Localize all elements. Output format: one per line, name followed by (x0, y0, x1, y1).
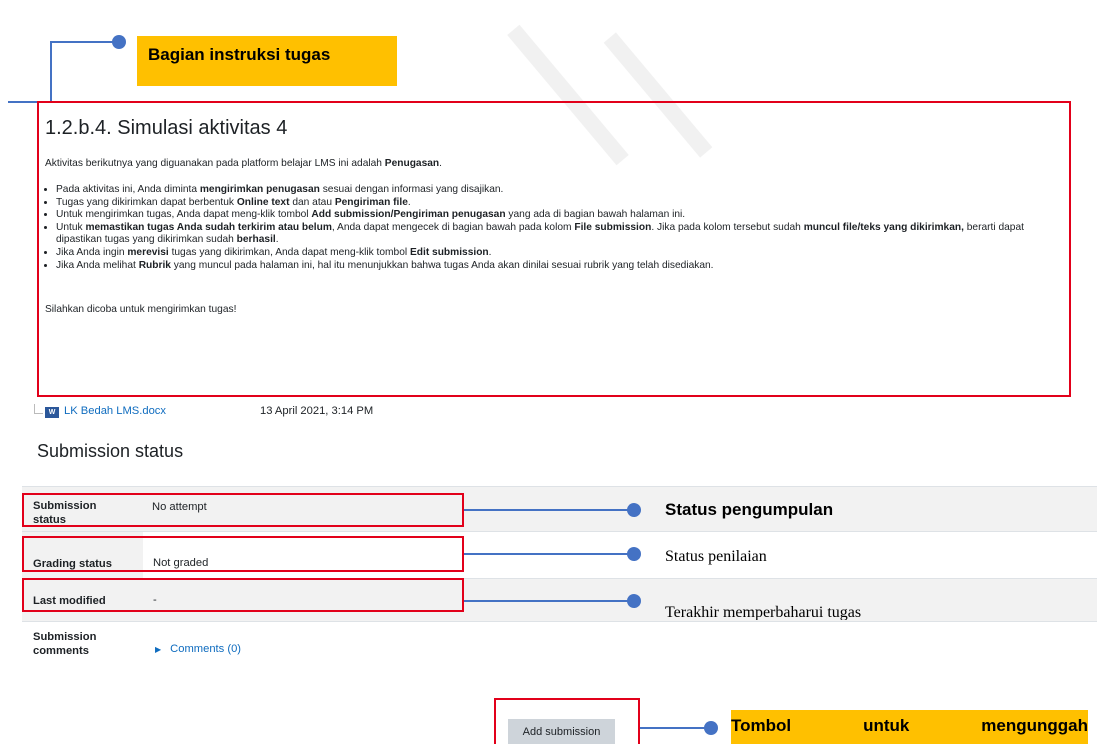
list-item: Pada aktivitas ini, Anda diminta mengiri… (56, 184, 1065, 197)
callout-dot (704, 721, 718, 735)
list-item: Tugas yang dikirimkan dapat berbentuk On… (56, 197, 1065, 210)
file-tree-line (34, 404, 43, 414)
instructions-callout-label: Bagian instruksi tugas (137, 36, 397, 86)
activity-title: 1.2.b.4. Simulasi aktivitas 4 (45, 117, 288, 139)
last-modified-callout: Terakhir memperbaharui tugas (665, 604, 862, 620)
list-item: Jika Anda melihat Rubrik yang muncul pad… (56, 260, 1065, 273)
closing-text: Silahkan dicoba untuk mengirimkan tugas! (45, 304, 237, 316)
list-item: Untuk memastikan tugas Anda sudah terkir… (56, 222, 1065, 247)
file-link[interactable]: LK Bedah LMS.docx (64, 405, 166, 417)
callout-line (50, 41, 118, 43)
intro-text: Aktivitas berikutnya yang diguanakan pad… (45, 158, 442, 169)
callout-line (640, 727, 710, 729)
callout-dot (112, 35, 126, 49)
instructions-section: 1.2.b.4. Simulasi aktivitas 4 Aktivitas … (45, 117, 1065, 317)
section-heading: Submission status (37, 441, 184, 461)
table-row: Submission comments ▶ Comments (0) (22, 621, 1097, 672)
callout-line (464, 509, 634, 511)
list-item: Jika Anda ingin merevisi tugas yang diki… (56, 247, 1065, 260)
submission-status-frame (22, 493, 464, 527)
callout-line (50, 41, 52, 103)
instruction-list: Pada aktivitas ini, Anda diminta mengiri… (45, 184, 1065, 272)
callout-dot (627, 503, 641, 517)
row-label: Submission comments (33, 631, 97, 657)
callout-dot (627, 547, 641, 561)
file-date: 13 April 2021, 3:14 PM (260, 405, 374, 417)
submission-status-callout: Status pengumpulan (665, 500, 834, 519)
callout-line (464, 553, 634, 555)
comments-toggle[interactable]: ▶ Comments (0) (155, 643, 241, 655)
grading-status-frame (22, 536, 464, 572)
word-file-icon: W (45, 407, 59, 418)
grading-status-callout: Status penilaian (665, 548, 767, 565)
last-modified-frame (22, 578, 464, 612)
callout-dot (627, 594, 641, 608)
list-item: Untuk mengirimkan tugas, Anda dapat meng… (56, 209, 1065, 222)
add-submission-button[interactable]: Add submission (508, 719, 615, 744)
callout-line (464, 600, 634, 602)
button-callout-label: Tombol untuk mengunggah (731, 710, 1088, 744)
caret-right-icon: ▶ (155, 645, 162, 654)
